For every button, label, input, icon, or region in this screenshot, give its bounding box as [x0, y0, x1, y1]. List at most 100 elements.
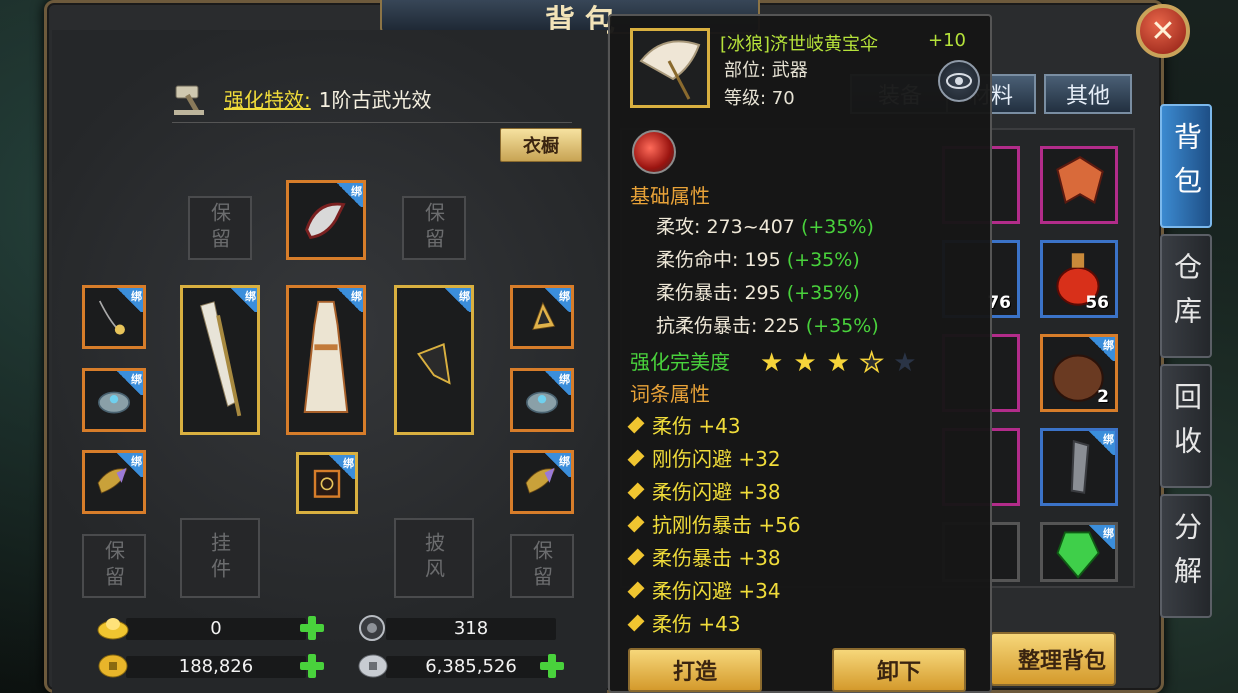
hammer-icon [172, 78, 216, 118]
enhance-value: 1阶古武光效 [318, 87, 432, 112]
tab-other[interactable]: 其他 [1044, 74, 1132, 114]
bind-badge: 绑 [443, 288, 471, 312]
silver-row: 6,385,526 [356, 654, 586, 680]
bind-badge: 绑 [229, 288, 257, 312]
gold-coin-icon [98, 654, 128, 678]
affix-item: 柔伤闪避 +38 [630, 476, 781, 505]
diamond-icon [630, 581, 642, 599]
gem-socket-icon [632, 130, 676, 174]
inventory-slot[interactable]: 绑 2 [1040, 334, 1118, 412]
bind-badge: 绑 [543, 453, 571, 477]
diamond-icon [630, 548, 642, 566]
star-icon: ★ [793, 348, 817, 378]
add-gold-coin-button[interactable] [298, 652, 326, 680]
bind-badge: 绑 [1087, 525, 1115, 549]
base-attribute: 抗柔伤暴击: 225 (+35%) [656, 315, 879, 337]
cape-slot[interactable]: 披风 [394, 518, 474, 598]
base-attribute: 柔攻: 273~407 (+35%) [656, 216, 874, 238]
side-tab-decompose[interactable]: 分解 [1160, 494, 1212, 618]
bind-badge: 绑 [1087, 431, 1115, 455]
affix-item: 刚伤闪避 +32 [630, 443, 781, 472]
silver-amount: 6,385,526 [425, 656, 517, 677]
enhance-label: 强化特效: [224, 87, 311, 112]
inventory-slot[interactable]: 绑 [1040, 522, 1118, 582]
star-outline-icon: ★ [859, 347, 884, 379]
enhance-effect[interactable]: 强化特效: 1阶古武光效 [172, 78, 431, 118]
bind-badge: 绑 [335, 288, 363, 312]
item-slot: 部位: 武器 [724, 60, 808, 81]
token-amount: 318 [453, 618, 489, 639]
jar-count: 2 [1097, 387, 1109, 407]
potion-count: 56 [1085, 293, 1109, 313]
blade-icon [417, 342, 451, 385]
inventory-slot[interactable]: 绑 [1040, 428, 1118, 506]
item-icon [630, 28, 710, 108]
star-icon: ★ [760, 348, 784, 378]
bind-badge: 绑 [543, 371, 571, 395]
close-icon: ✕ [1150, 13, 1176, 49]
wardrobe-button[interactable]: 衣橱 [500, 128, 582, 162]
side-tab-bag[interactable]: 背包 [1160, 104, 1212, 228]
necklace-slot[interactable]: 绑 [82, 285, 146, 349]
item-tooltip: [冰狼]济世岐黄宝伞 +10 部位: 武器 等级: 70 基础属性 柔攻: 27… [608, 14, 992, 693]
token-row: 318 [356, 615, 586, 642]
reserved-slot[interactable]: 保留 [402, 196, 466, 260]
eye-icon[interactable] [938, 60, 980, 102]
reserved-slot[interactable]: 保留 [188, 196, 252, 260]
add-silver-button[interactable] [538, 652, 566, 680]
umbrella-icon [200, 301, 242, 417]
affix-item: 柔伤暴击 +38 [630, 542, 781, 571]
silver-icon [358, 654, 388, 678]
item-name: [冰狼]济世岐黄宝伞 [720, 34, 879, 55]
umbrella-icon [639, 40, 701, 100]
inventory-slot[interactable]: 56 [1040, 240, 1118, 318]
affix-item: 抗刚伤暴击 +56 [630, 509, 801, 538]
perfection-title: 强化完美度 [630, 350, 730, 374]
belt-slot[interactable]: 绑 [296, 452, 358, 514]
sort-bag-button[interactable]: 整理背包 [990, 632, 1116, 686]
reserved-slot[interactable]: 保留 [82, 534, 146, 598]
base-attribute: 柔伤命中: 195 (+35%) [656, 249, 860, 271]
wing-slot[interactable]: 绑 [82, 450, 146, 514]
gold-coin-amount: 188,826 [178, 656, 254, 677]
weapon-slot[interactable]: 绑 [180, 285, 260, 435]
diamond-icon [630, 515, 642, 533]
pendant-slot[interactable]: 挂件 [180, 518, 260, 598]
ring-slot[interactable]: 绑 [510, 368, 574, 432]
side-tab-warehouse[interactable]: 仓库 [1160, 234, 1212, 358]
divider [172, 122, 572, 123]
affix-item: 柔伤 +43 [630, 410, 741, 439]
offhand-slot[interactable]: 绑 [394, 285, 474, 435]
helmet-slot[interactable]: 绑 [286, 180, 366, 260]
gold-coin-row: 188,826 [96, 654, 326, 680]
bind-badge: 绑 [543, 288, 571, 312]
affix-attributes-title: 词条属性 [630, 382, 710, 406]
star-locked-icon: ★ [893, 348, 917, 378]
side-tab-recycle[interactable]: 回收 [1160, 364, 1212, 488]
armor-slot[interactable]: 绑 [286, 285, 366, 435]
bracer-slot[interactable]: 绑 [82, 368, 146, 432]
star-icon: ★ [826, 348, 850, 378]
add-gold-ingot-button[interactable] [298, 614, 326, 642]
wing-slot[interactable]: 绑 [510, 450, 574, 514]
inventory-slot[interactable] [1040, 146, 1118, 224]
gold-ingot-row: 0 [96, 616, 326, 642]
diamond-icon [630, 416, 642, 434]
affix-item: 柔伤闪避 +34 [630, 575, 781, 604]
forge-button[interactable]: 打造 [628, 648, 762, 692]
unequip-button[interactable]: 卸下 [832, 648, 966, 692]
bind-badge: 绑 [335, 183, 363, 207]
reserved-slot[interactable]: 保留 [510, 534, 574, 598]
earring-slot[interactable]: 绑 [510, 285, 574, 349]
base-attribute: 柔伤暴击: 295 (+35%) [656, 282, 860, 304]
gold-ingot-amount: 0 [210, 618, 222, 639]
mask-icon [1056, 156, 1104, 205]
token-icon [359, 615, 385, 641]
close-button[interactable]: ✕ [1136, 4, 1190, 58]
base-attributes-title: 基础属性 [630, 184, 710, 208]
bind-badge: 绑 [115, 453, 143, 477]
bind-badge: 绑 [115, 288, 143, 312]
bind-badge: 绑 [115, 371, 143, 395]
robe-icon [303, 300, 349, 413]
perfection-stars: ★ ★ ★ ★ ★ [760, 347, 917, 379]
